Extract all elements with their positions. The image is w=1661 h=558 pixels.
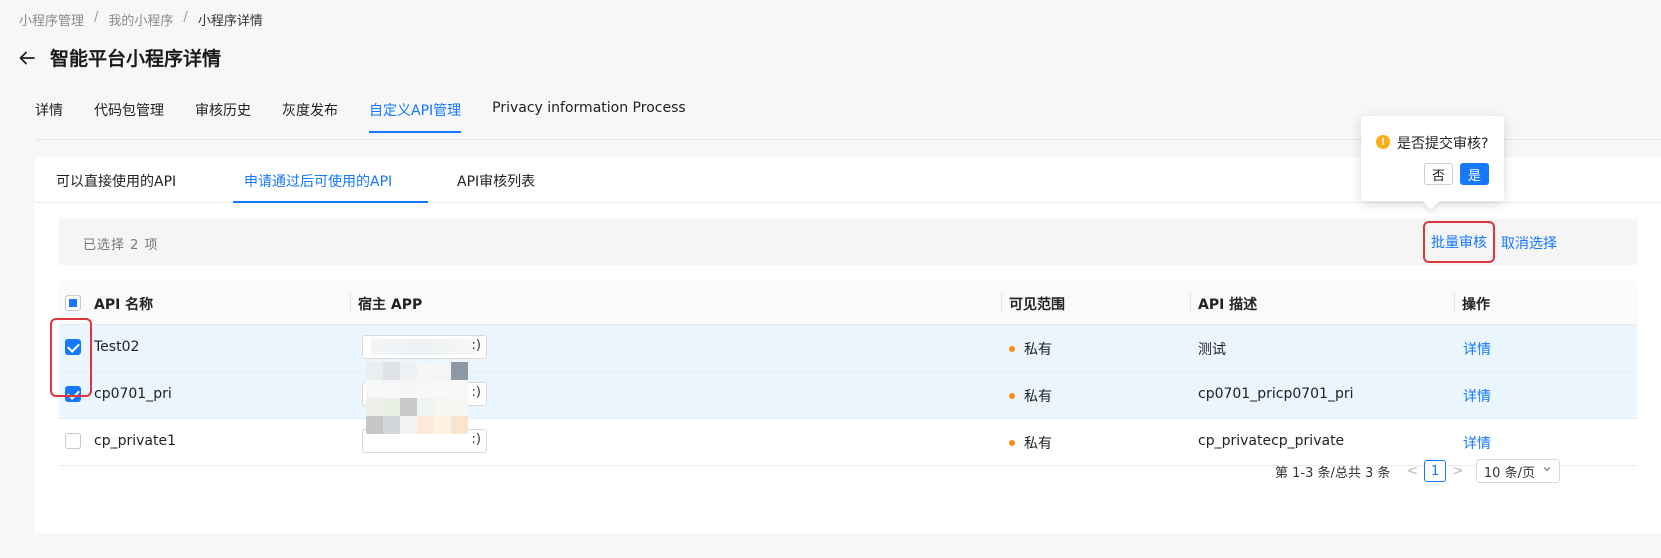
exclamation-circle-icon: ! xyxy=(1376,135,1390,149)
row-checkbox[interactable] xyxy=(65,433,81,449)
scope-cell: 私有 xyxy=(1009,339,1052,359)
api-table: API 名称 宿主 APP 可见范围 API 描述 操作 Test02 :) 私… xyxy=(59,281,1637,466)
tab-code-package[interactable]: 代码包管理 xyxy=(94,100,164,132)
page-size-value: 10 条/页 xyxy=(1483,465,1535,481)
api-name: cp0701_pri xyxy=(94,386,172,402)
tab-privacy[interactable]: Privacy information Process xyxy=(492,100,686,132)
host-app-field: :) xyxy=(362,335,487,359)
breadcrumb-item-mp-management[interactable]: 小程序管理 xyxy=(19,10,84,29)
redacted-mosaic xyxy=(366,362,468,434)
detail-link[interactable]: 详情 xyxy=(1463,339,1491,359)
tab-review-history[interactable]: 审核历史 xyxy=(195,100,251,132)
scope-cell: 私有 xyxy=(1009,433,1052,453)
scope-label: 私有 xyxy=(1024,389,1052,405)
detail-link[interactable]: 详情 xyxy=(1463,386,1491,406)
subtab-review-list[interactable]: API审核列表 xyxy=(457,171,535,191)
confirm-no-button[interactable]: 否 xyxy=(1424,163,1453,185)
chevron-down-icon xyxy=(1542,464,1552,477)
selection-bar: 已选择 2 项 批量审核 取消选择 xyxy=(59,219,1637,265)
col-separator xyxy=(1001,293,1002,313)
tab-custom-api[interactable]: 自定义API管理 xyxy=(369,100,462,133)
tab-details[interactable]: 详情 xyxy=(35,100,63,132)
subtab-apply-api[interactable]: 申请通过后可使用的API xyxy=(244,171,392,191)
title-row: 智能平台小程序详情 xyxy=(18,44,221,71)
subtab-active-indicator xyxy=(233,201,428,203)
arrow-left-icon[interactable] xyxy=(18,49,36,67)
page-size-select[interactable]: 10 条/页 xyxy=(1475,459,1560,483)
scope-label: 私有 xyxy=(1024,342,1052,358)
page-title: 智能平台小程序详情 xyxy=(50,48,222,70)
col-scope: 可见范围 xyxy=(1009,297,1065,313)
host-app-suffix: :) xyxy=(471,338,481,353)
col-host-app: 宿主 APP xyxy=(358,297,423,313)
col-api-name: API 名称 xyxy=(94,297,154,313)
detail-link[interactable]: 详情 xyxy=(1463,433,1491,453)
status-dot xyxy=(1009,440,1015,446)
breadcrumb: 小程序管理 / 我的小程序 / 小程序详情 xyxy=(19,10,263,29)
col-separator xyxy=(1454,293,1455,313)
breadcrumb-separator: / xyxy=(183,10,188,25)
confirm-popover: ! 是否提交审核? 否 是 xyxy=(1361,116,1504,201)
col-separator xyxy=(350,293,351,313)
status-dot xyxy=(1009,393,1015,399)
pagination-summary: 第 1-3 条/总共 3 条 xyxy=(1275,465,1391,481)
api-description: cp0701_pricp0701_pri xyxy=(1198,386,1354,402)
table-header: API 名称 宿主 APP 可见范围 API 描述 操作 xyxy=(59,281,1637,325)
api-description: 测试 xyxy=(1198,342,1226,358)
breadcrumb-item-my-mp[interactable]: 我的小程序 xyxy=(108,10,173,29)
host-app-suffix: :) xyxy=(471,385,481,400)
host-app-suffix: :) xyxy=(471,432,481,447)
main-tabs: 详情 代码包管理 审核历史 灰度发布 自定义API管理 Privacy info… xyxy=(35,100,717,133)
subtab-direct-api[interactable]: 可以直接使用的API xyxy=(56,171,176,191)
api-name: cp_private1 xyxy=(94,433,176,449)
status-dot xyxy=(1009,346,1015,352)
col-separator xyxy=(1190,293,1191,313)
pagination: 第 1-3 条/总共 3 条 < 1 > 10 条/页 xyxy=(1275,459,1560,483)
popover-message: 是否提交审核? xyxy=(1397,136,1489,152)
prev-page-icon[interactable]: < xyxy=(1406,463,1418,479)
redacted-mosaic xyxy=(371,339,475,355)
batch-review-button[interactable]: 批量审核 xyxy=(1423,221,1495,263)
table-row: cp0701_pri :) 私有 cp0701_pricp0701_pri 详情 xyxy=(59,372,1637,419)
api-name: Test02 xyxy=(94,339,140,355)
col-description: API 描述 xyxy=(1198,297,1258,313)
page-1-button[interactable]: 1 xyxy=(1424,460,1447,482)
breadcrumb-item-current: 小程序详情 xyxy=(197,14,263,29)
scope-label: 私有 xyxy=(1024,436,1052,452)
table-row: Test02 :) 私有 测试 详情 xyxy=(59,325,1637,372)
col-action: 操作 xyxy=(1462,297,1490,313)
breadcrumb-separator: / xyxy=(94,10,99,25)
select-all-checkbox[interactable] xyxy=(65,295,81,311)
tab-gray-release[interactable]: 灰度发布 xyxy=(282,100,338,132)
next-page-icon[interactable]: > xyxy=(1452,463,1464,479)
selection-count: 已选择 2 项 xyxy=(83,238,159,253)
confirm-yes-button[interactable]: 是 xyxy=(1460,163,1489,185)
highlight-box xyxy=(50,318,92,397)
api-description: cp_privatecp_private xyxy=(1198,433,1345,449)
scope-cell: 私有 xyxy=(1009,386,1052,406)
cancel-selection-button[interactable]: 取消选择 xyxy=(1501,233,1557,253)
